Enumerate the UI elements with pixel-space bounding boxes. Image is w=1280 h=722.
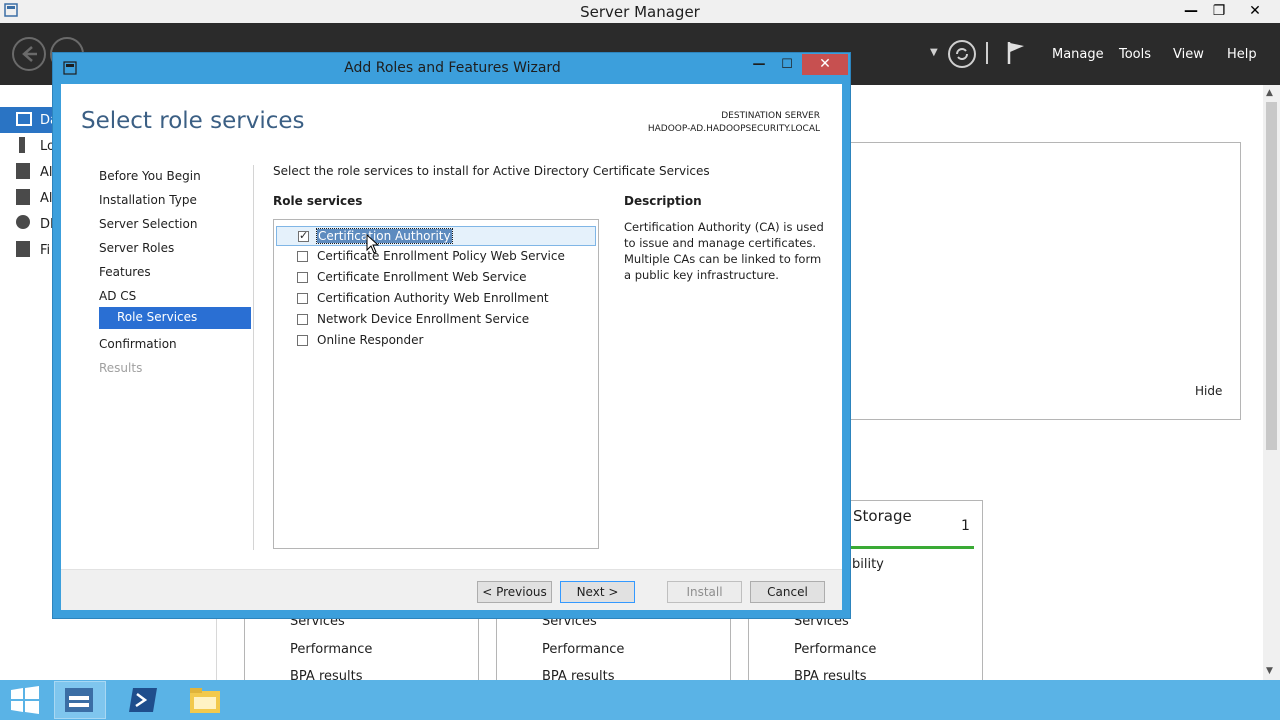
tile-status-bar — [851, 546, 974, 549]
list-item-label: Online Responder — [317, 333, 424, 347]
role-service-enrollment-web[interactable]: Certificate Enrollment Web Service — [276, 268, 596, 288]
servers-icon — [16, 163, 30, 179]
start-windows-icon[interactable] — [8, 684, 42, 716]
refresh-icon[interactable] — [948, 40, 976, 68]
destination-server-label: DESTINATION SERVER — [721, 111, 820, 121]
wizard-body: Select role services DESTINATION SERVER … — [61, 84, 842, 610]
list-item-label: Certificate Enrollment Policy Web Servic… — [317, 249, 565, 263]
wizard-title: Add Roles and Features Wizard — [344, 60, 561, 76]
tile-row-performance[interactable]: Performance — [794, 642, 876, 657]
list-item-label: Certification Authority — [316, 228, 453, 244]
role-service-online-responder[interactable]: Online Responder — [276, 331, 596, 351]
next-button[interactable]: Next > — [560, 581, 635, 603]
role-service-ndes[interactable]: Network Device Enrollment Service — [276, 310, 596, 330]
step-ad-cs[interactable]: AD CS — [99, 289, 136, 303]
role-description: Certification Authority (CA) is used to … — [624, 220, 824, 282]
sidebar-item-label: Al — [40, 191, 53, 206]
step-installation-type[interactable]: Installation Type — [99, 193, 197, 207]
steps-divider — [253, 165, 254, 550]
chevron-down-icon[interactable]: ▼ — [930, 47, 938, 58]
menu-manage[interactable]: Manage — [1052, 47, 1104, 62]
hide-link[interactable]: Hide — [1195, 384, 1222, 398]
taskbar-server-manager[interactable] — [54, 681, 106, 719]
role-services-header: Role services — [273, 194, 363, 208]
close-icon[interactable]: ✕ — [1240, 0, 1270, 22]
intro-text: Select the role services to install for … — [273, 164, 710, 178]
mouse-pointer-icon — [366, 234, 380, 254]
step-confirmation[interactable]: Confirmation — [99, 337, 177, 351]
menu-view[interactable]: View — [1173, 47, 1204, 62]
cancel-button[interactable]: Cancel — [750, 581, 825, 603]
tile-storage-count: 1 — [961, 518, 970, 534]
menu-tools[interactable]: Tools — [1119, 47, 1151, 62]
tile-row-performance[interactable]: Performance — [290, 642, 372, 657]
restore-icon[interactable]: ❐ — [1204, 0, 1234, 22]
tile-row-performance[interactable]: Performance — [542, 642, 624, 657]
install-button: Install — [667, 581, 742, 603]
dns-icon — [16, 215, 30, 229]
server-icon — [19, 137, 25, 153]
tile-storage-title: Storage — [853, 507, 912, 525]
minimize-icon[interactable]: — — [745, 55, 773, 75]
scrollbar-thumb[interactable] — [1266, 102, 1277, 450]
sidebar-item-ad-cs[interactable]: Al — [0, 185, 55, 211]
step-role-services-label: Role Services — [117, 310, 198, 324]
page-title: Select role services — [81, 108, 305, 134]
sidebar-item-dns[interactable]: DI — [0, 211, 55, 237]
scroll-down-icon[interactable]: ▼ — [1266, 666, 1273, 676]
add-roles-wizard-window: Add Roles and Features Wizard — ☐ ✕ Sele… — [52, 52, 851, 619]
header-divider — [986, 42, 988, 64]
step-server-selection[interactable]: Server Selection — [99, 217, 197, 231]
destination-server: DESTINATION SERVER HADOOP-AD.HADOOPSECUR… — [648, 110, 820, 136]
step-role-services[interactable]: Role Services — [99, 307, 251, 329]
role-service-enrollment-policy-web[interactable]: Certificate Enrollment Policy Web Servic… — [276, 247, 596, 267]
maximize-icon[interactable]: ☐ — [773, 55, 801, 75]
file-explorer-icon[interactable] — [188, 685, 222, 715]
welcome-panel — [840, 142, 1241, 420]
sidebar-item-label: Al — [40, 165, 53, 180]
minimize-icon[interactable]: — — [1176, 0, 1206, 22]
description-header: Description — [624, 194, 702, 208]
sidebar-item-all-servers[interactable]: Al — [0, 159, 55, 185]
checkbox[interactable] — [297, 293, 308, 304]
tile-manageability[interactable]: bility — [852, 557, 884, 572]
previous-button[interactable]: < Previous — [477, 581, 552, 603]
list-item-label: Certification Authority Web Enrollment — [317, 291, 549, 305]
close-icon[interactable]: ✕ — [802, 54, 848, 75]
scroll-up-icon[interactable]: ▲ — [1266, 88, 1273, 98]
step-before-you-begin[interactable]: Before You Begin — [99, 169, 201, 183]
notifications-flag-icon[interactable] — [1006, 40, 1028, 66]
file-services-icon — [16, 241, 30, 257]
server-manager-title: Server Manager — [580, 3, 700, 21]
checkbox[interactable] — [297, 314, 308, 325]
server-manager-taskbar-icon — [65, 688, 93, 712]
sidebar-item-local-server[interactable]: Lo — [0, 133, 55, 159]
role-service-ca-web-enrollment[interactable]: Certification Authority Web Enrollment — [276, 289, 596, 309]
list-item-label: Network Device Enrollment Service — [317, 312, 530, 326]
sidebar-item-label: Fi — [40, 243, 51, 258]
checkbox-checked[interactable] — [298, 229, 309, 242]
back-arrow-icon[interactable] — [12, 37, 46, 71]
checkbox[interactable] — [297, 272, 308, 283]
step-features[interactable]: Features — [99, 265, 151, 279]
servers-icon — [16, 189, 30, 205]
checkbox[interactable] — [297, 335, 308, 346]
sidebar-item-file-services[interactable]: Fi — [0, 237, 55, 263]
step-server-roles[interactable]: Server Roles — [99, 241, 174, 255]
sidebar-item-dashboard[interactable]: Da — [0, 107, 58, 133]
menu-help[interactable]: Help — [1227, 47, 1257, 62]
role-services-list[interactable]: Certification Authority Certificate Enro… — [273, 219, 599, 549]
destination-server-value: HADOOP-AD.HADOOPSECURITY.LOCAL — [647, 124, 820, 134]
role-service-certification-authority[interactable]: Certification Authority — [276, 226, 596, 246]
checkbox[interactable] — [297, 251, 308, 262]
dashboard-icon — [16, 112, 32, 126]
powershell-icon[interactable] — [127, 686, 159, 714]
list-item-label: Certificate Enrollment Web Service — [317, 270, 527, 284]
step-results: Results — [99, 361, 143, 375]
